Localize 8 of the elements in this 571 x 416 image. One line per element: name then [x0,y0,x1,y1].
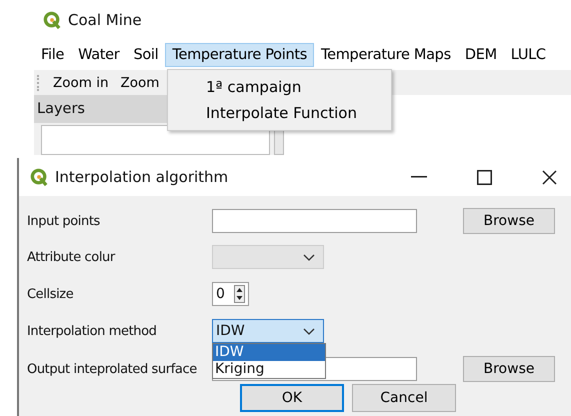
field-label: Input points [27,214,101,228]
field-label: Cellsize [27,286,74,302]
window-title: Coal Mine [68,11,142,29]
field-label: Output inteprolated surface [27,362,198,376]
field-label: Attribute colur [27,250,116,264]
dialog-title: Interpolation algorithm [55,168,228,186]
field-label: Interpolation method [27,324,158,338]
panel-title: Layers [37,101,85,117]
